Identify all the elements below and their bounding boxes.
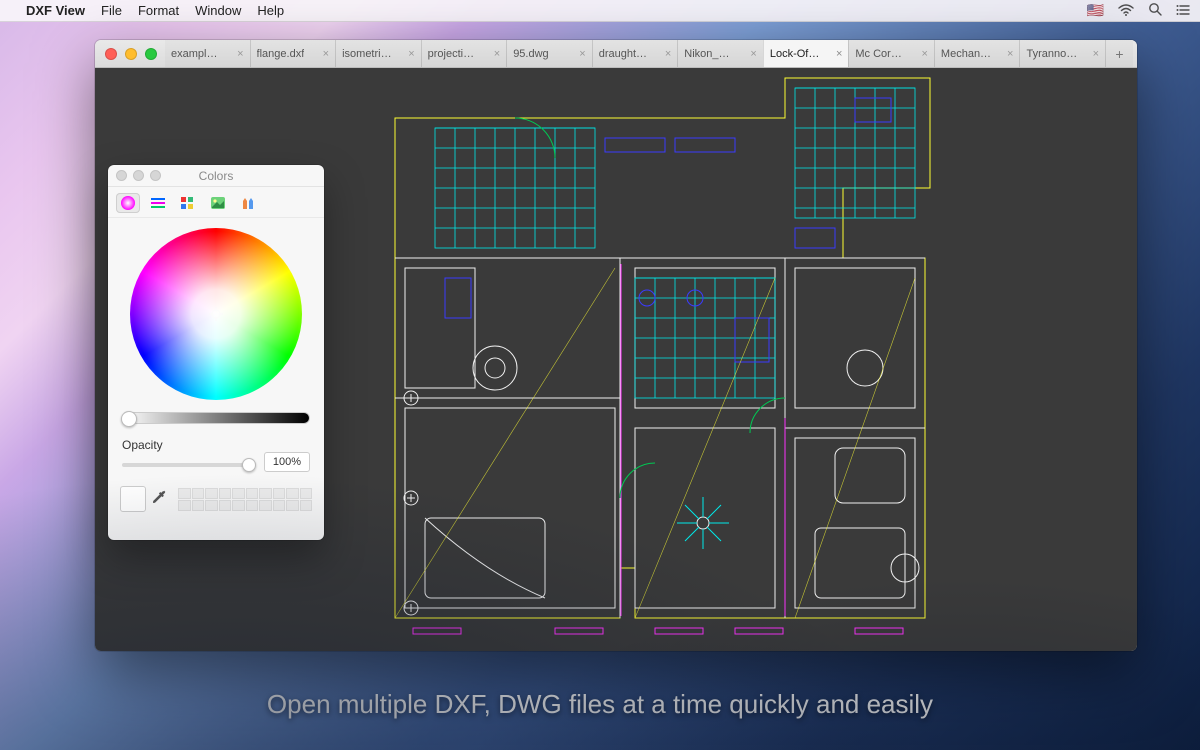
document-tabstrip: exampl…×flange.dxf×isometri…×projecti…×9… — [165, 40, 1133, 67]
menu-format[interactable]: Format — [138, 3, 179, 18]
spotlight-search-icon[interactable] — [1148, 2, 1162, 19]
panel-minimize-button[interactable] — [133, 170, 144, 181]
tab-label: isometri… — [342, 48, 392, 60]
tab-close-icon[interactable]: × — [323, 48, 329, 60]
color-sliders-tab[interactable] — [146, 193, 170, 213]
notification-list-icon[interactable] — [1176, 3, 1190, 19]
brightness-slider[interactable] — [122, 412, 310, 424]
menu-file[interactable]: File — [101, 3, 122, 18]
tab-label: flange.dxf — [257, 48, 305, 60]
window-minimize-button[interactable] — [125, 48, 137, 60]
tab-close-icon[interactable]: × — [921, 48, 927, 60]
tab-label: 95.dwg — [513, 48, 548, 60]
opacity-slider[interactable] — [122, 463, 256, 467]
tab-close-icon[interactable]: × — [237, 48, 243, 60]
color-image-tab[interactable] — [206, 193, 230, 213]
color-wheel-tab[interactable] — [116, 193, 140, 213]
tab-close-icon[interactable]: × — [750, 48, 756, 60]
document-tab[interactable]: Mechan… × — [934, 40, 1020, 67]
window-close-button[interactable] — [105, 48, 117, 60]
document-tab[interactable]: flange.dxf × — [250, 40, 336, 67]
menu-help[interactable]: Help — [257, 3, 284, 18]
opacity-thumb[interactable] — [242, 458, 256, 472]
document-tab[interactable]: Tyranno… × — [1019, 40, 1105, 67]
document-tab[interactable]: Mc Cor… × — [848, 40, 934, 67]
tab-close-icon[interactable]: × — [579, 48, 585, 60]
document-tab[interactable]: projecti… × — [421, 40, 507, 67]
panel-close-button[interactable] — [116, 170, 127, 181]
colors-panel-title[interactable]: Colors — [108, 165, 324, 187]
window-titlebar[interactable]: exampl…×flange.dxf×isometri…×projecti…×9… — [95, 40, 1137, 68]
flag-icon[interactable]: 🇺🇸 — [1087, 2, 1104, 19]
eyedropper-icon[interactable] — [152, 489, 168, 510]
app-menu[interactable]: DXF View — [26, 3, 85, 18]
tab-close-icon[interactable]: × — [1093, 48, 1099, 60]
colors-panel: Colors Opacity — [108, 165, 324, 540]
opacity-label: Opacity — [122, 438, 310, 452]
hero-caption: Open multiple DXF, DWG files at a time q… — [0, 689, 1200, 720]
tab-label: Nikon_… — [684, 48, 729, 60]
tab-label: Mechan… — [941, 48, 991, 60]
color-wheel-cursor-icon — [209, 307, 223, 321]
document-tab[interactable]: isometri… × — [335, 40, 421, 67]
new-tab-button[interactable]: + — [1105, 40, 1133, 67]
color-wheel[interactable] — [130, 228, 302, 400]
window-zoom-button[interactable] — [145, 48, 157, 60]
tab-label: Lock-Of… — [770, 48, 820, 60]
document-tab[interactable]: Nikon_… × — [677, 40, 763, 67]
tab-label: draught… — [599, 48, 647, 60]
colors-title-label: Colors — [199, 169, 234, 183]
swatch-well-grid[interactable] — [178, 488, 312, 511]
tab-close-icon[interactable]: × — [408, 48, 414, 60]
color-crayons-tab[interactable] — [236, 193, 260, 213]
tab-close-icon[interactable]: × — [836, 48, 842, 60]
brightness-thumb[interactable] — [121, 411, 137, 427]
document-tab[interactable]: 95.dwg × — [506, 40, 592, 67]
document-tab[interactable]: draught… × — [592, 40, 678, 67]
document-tab[interactable]: exampl… × — [165, 40, 250, 67]
opacity-value-field[interactable]: 100% — [264, 452, 310, 472]
macos-menubar: DXF View File Format Window Help 🇺🇸 — [0, 0, 1200, 22]
tab-close-icon[interactable]: × — [1007, 48, 1013, 60]
tab-close-icon[interactable]: × — [494, 48, 500, 60]
tab-close-icon[interactable]: × — [665, 48, 671, 60]
panel-zoom-button[interactable] — [150, 170, 161, 181]
tab-label: projecti… — [428, 48, 474, 60]
color-mode-tabs — [108, 187, 324, 218]
tab-label: exampl… — [171, 48, 217, 60]
current-color-swatch[interactable] — [120, 486, 146, 512]
document-tab[interactable]: Lock-Of… × — [763, 40, 849, 67]
color-palettes-tab[interactable] — [176, 193, 200, 213]
tab-label: Mc Cor… — [855, 48, 901, 60]
wifi-icon[interactable] — [1118, 3, 1134, 19]
tab-label: Tyranno… — [1026, 48, 1077, 60]
menu-window[interactable]: Window — [195, 3, 241, 18]
